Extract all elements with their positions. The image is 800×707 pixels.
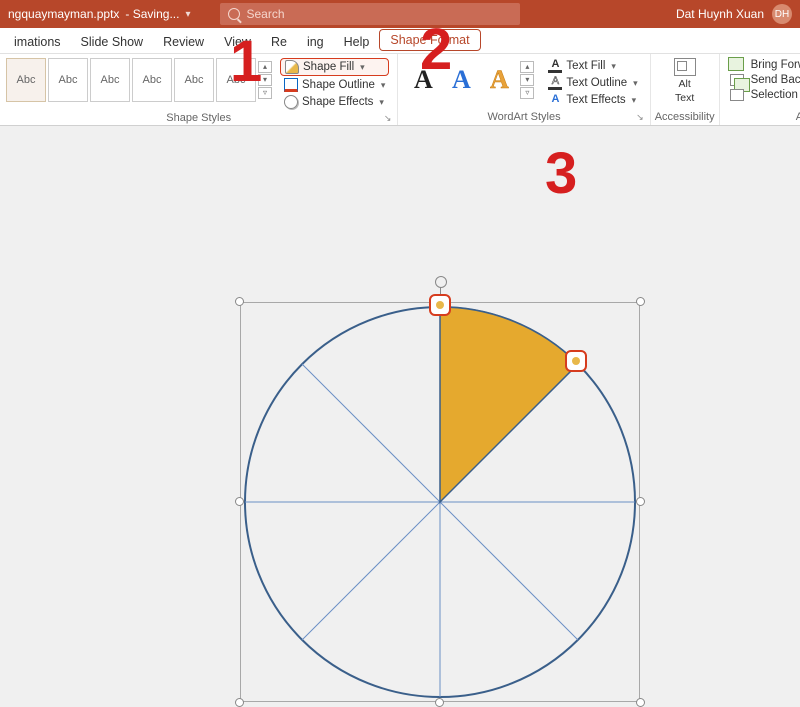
alt-text-label: Alt [679, 78, 691, 90]
selection-pane-icon [730, 89, 744, 101]
alt-text-icon [674, 58, 696, 76]
dialog-launcher-icon[interactable]: ↘ [384, 113, 392, 124]
tab-animations[interactable]: imations [4, 30, 71, 53]
user-name: Dat Huynh Xuan [676, 7, 764, 21]
title-filename[interactable]: ngquaymayman.pptx - Saving... ▾ [8, 7, 190, 21]
shape-outline-label: Shape Outline [302, 79, 375, 91]
tab-recording-left[interactable]: Re [261, 30, 297, 53]
group-label-shape-styles: Shape Styles ↘ [4, 112, 393, 126]
text-effects-button[interactable]: A Text Effects ▾ [544, 92, 641, 108]
tab-review[interactable]: Review [153, 30, 214, 53]
adjust-handle-start[interactable] [429, 294, 451, 316]
annotation-1: 1 [230, 28, 262, 95]
adjust-handle-end[interactable] [565, 350, 587, 372]
style-swatch[interactable]: Abc [90, 58, 130, 102]
annotation-2: 2 [420, 16, 452, 83]
text-fill-icon: A [548, 59, 562, 73]
dialog-launcher-icon[interactable]: ↘ [636, 112, 644, 123]
text-outline-label: Text Outline [566, 77, 627, 89]
style-swatch[interactable]: Abc [6, 58, 46, 102]
arrange-tools: Bring Forward▾ Send Backward▾ Selection … [724, 56, 800, 104]
annotation-3: 3 [545, 140, 577, 207]
shape-fill-button[interactable]: Shape Fill ▾ [280, 58, 389, 76]
document-filename: ngquaymayman.pptx [8, 7, 119, 21]
selected-shape[interactable] [240, 302, 640, 702]
title-bar: ngquaymayman.pptx - Saving... ▾ Search D… [0, 0, 800, 28]
resize-handle[interactable] [636, 297, 645, 306]
avatar[interactable]: DH [772, 4, 792, 24]
shape-fill-label: Shape Fill [303, 61, 354, 73]
text-outline-icon: A [548, 76, 562, 90]
chevron-down-icon: ▾ [379, 97, 384, 108]
bring-forward-button[interactable]: Bring Forward▾ [726, 58, 800, 72]
group-label-accessibility: Accessibility [655, 111, 715, 125]
resize-handle[interactable] [636, 497, 645, 506]
selection-pane-button[interactable]: Selection Pane [726, 88, 800, 102]
slide-canvas[interactable] [0, 126, 800, 600]
text-effects-label: Text Effects [566, 94, 625, 106]
alt-text-button[interactable]: Alt Text [666, 56, 704, 106]
chevron-down-icon: ▾ [632, 95, 637, 106]
wordart-swatch[interactable]: A [482, 60, 516, 100]
tab-help[interactable]: Help [334, 30, 380, 53]
ribbon-tabs: imations Slide Show Review View Re ing H… [0, 28, 800, 54]
resize-handle[interactable] [235, 698, 244, 707]
chevron-down-icon[interactable]: ▾ [185, 9, 190, 20]
group-label-arrange: Arrange [724, 111, 800, 125]
gallery-more[interactable]: ▴▾▿ [520, 61, 534, 99]
rotate-handle[interactable] [435, 276, 447, 288]
text-outline-button[interactable]: A Text Outline ▾ [544, 75, 641, 91]
resize-handle[interactable] [636, 698, 645, 707]
pen-outline-icon [284, 78, 298, 92]
resize-handle[interactable] [235, 297, 244, 306]
tab-slide-show[interactable]: Slide Show [71, 30, 154, 53]
send-backward-icon [730, 74, 744, 86]
alt-text-label: Text [675, 92, 694, 104]
search-box[interactable]: Search [220, 3, 520, 25]
search-placeholder: Search [246, 7, 284, 21]
text-tools: A Text Fill ▾ A Text Outline ▾ A Text Effe… [540, 56, 645, 110]
group-label-wordart: WordArt Styles ↘ [402, 111, 645, 125]
shape-outline-button[interactable]: Shape Outline ▾ [280, 77, 389, 93]
chevron-down-icon: ▾ [633, 78, 638, 89]
send-backward-button[interactable]: Send Backward▾ [726, 73, 800, 87]
shape-effects-label: Shape Effects [302, 96, 373, 108]
resize-handle[interactable] [235, 497, 244, 506]
chevron-down-icon: ▾ [381, 80, 386, 91]
shape-tools: Shape Fill ▾ Shape Outline ▾ Shape Effec… [276, 56, 393, 112]
chevron-down-icon: ▾ [611, 61, 616, 72]
style-swatch[interactable]: Abc [48, 58, 88, 102]
document-save-status: - Saving... [125, 7, 179, 21]
paint-bucket-icon [285, 60, 299, 74]
bring-forward-icon [730, 59, 744, 71]
adjust-handle-dot [436, 301, 444, 309]
style-swatch[interactable]: Abc [174, 58, 214, 102]
search-icon [228, 8, 240, 20]
style-swatch[interactable]: Abc [132, 58, 172, 102]
ribbon: Abc Abc Abc Abc Abc Abc ▴▾▿ Shape Fill ▾… [0, 54, 800, 126]
effects-icon [284, 95, 298, 109]
group-arrange: Bring Forward▾ Send Backward▾ Selection … [720, 54, 800, 125]
account-menu[interactable]: Dat Huynh Xuan DH [676, 4, 792, 24]
resize-handle[interactable] [435, 698, 444, 707]
text-fill-button[interactable]: A Text Fill ▾ [544, 58, 641, 74]
chevron-down-icon: ▾ [360, 62, 365, 73]
text-fill-label: Text Fill [566, 60, 605, 72]
shape-effects-button[interactable]: Shape Effects ▾ [280, 94, 389, 110]
text-effects-icon: A [548, 93, 562, 107]
group-shape-styles: Abc Abc Abc Abc Abc Abc ▴▾▿ Shape Fill ▾… [0, 54, 398, 125]
group-accessibility: Alt Text Accessibility [651, 54, 720, 125]
adjust-handle-dot [572, 357, 580, 365]
tab-recording-right[interactable]: ing [297, 30, 334, 53]
